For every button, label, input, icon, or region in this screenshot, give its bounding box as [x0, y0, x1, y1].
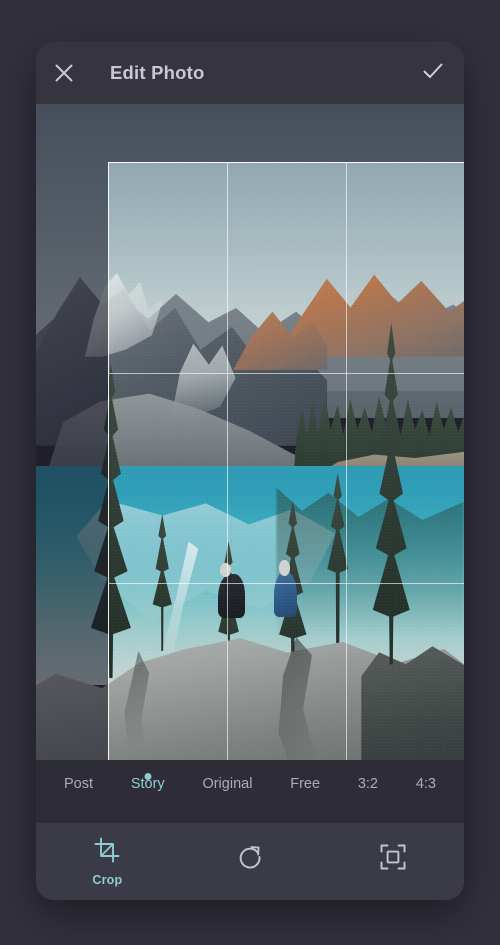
editor-header: Edit Photo — [36, 42, 464, 104]
ratio-option-story[interactable]: Story — [125, 760, 171, 792]
ratio-label: Post — [64, 776, 94, 792]
check-icon — [421, 59, 445, 88]
tool-fit-frame[interactable] — [321, 823, 464, 900]
ratio-option-post[interactable]: Post — [58, 760, 99, 792]
ratio-label: 4:3 — [415, 776, 436, 792]
tool-label-crop: Crop — [92, 872, 123, 887]
photo-canvas[interactable] — [36, 104, 464, 760]
photo-editor-card: Edit Photo Post Story Original Free 3:2 … — [36, 42, 464, 900]
ratio-label: 3:2 — [357, 776, 379, 792]
crop-icon — [94, 837, 120, 868]
active-ratio-indicator — [144, 773, 152, 780]
close-button[interactable] — [36, 42, 92, 104]
fit-frame-icon — [380, 844, 406, 875]
ratio-option-4-3[interactable]: 4:3 — [410, 760, 442, 792]
photo-image-cropped — [108, 162, 464, 760]
ratio-option-3-2[interactable]: 3:2 — [352, 760, 384, 792]
ratio-label: Free — [290, 776, 321, 792]
ratio-label: Original — [202, 776, 253, 792]
confirm-button[interactable] — [402, 42, 464, 104]
screen: Edit Photo Post Story Original Free 3:2 … — [0, 0, 500, 945]
rotate-icon — [236, 843, 264, 876]
ratio-option-free[interactable]: Free — [284, 760, 326, 792]
editor-toolbar: Crop — [36, 823, 464, 900]
close-icon — [53, 62, 75, 84]
ratio-option-original[interactable]: Original — [196, 760, 258, 792]
crop-selection-area[interactable] — [108, 162, 464, 760]
tool-rotate[interactable] — [179, 823, 322, 900]
page-title: Edit Photo — [110, 62, 205, 83]
aspect-ratio-selector: Post Story Original Free 3:2 4:3 — [36, 760, 464, 822]
tool-crop[interactable]: Crop — [36, 823, 179, 900]
